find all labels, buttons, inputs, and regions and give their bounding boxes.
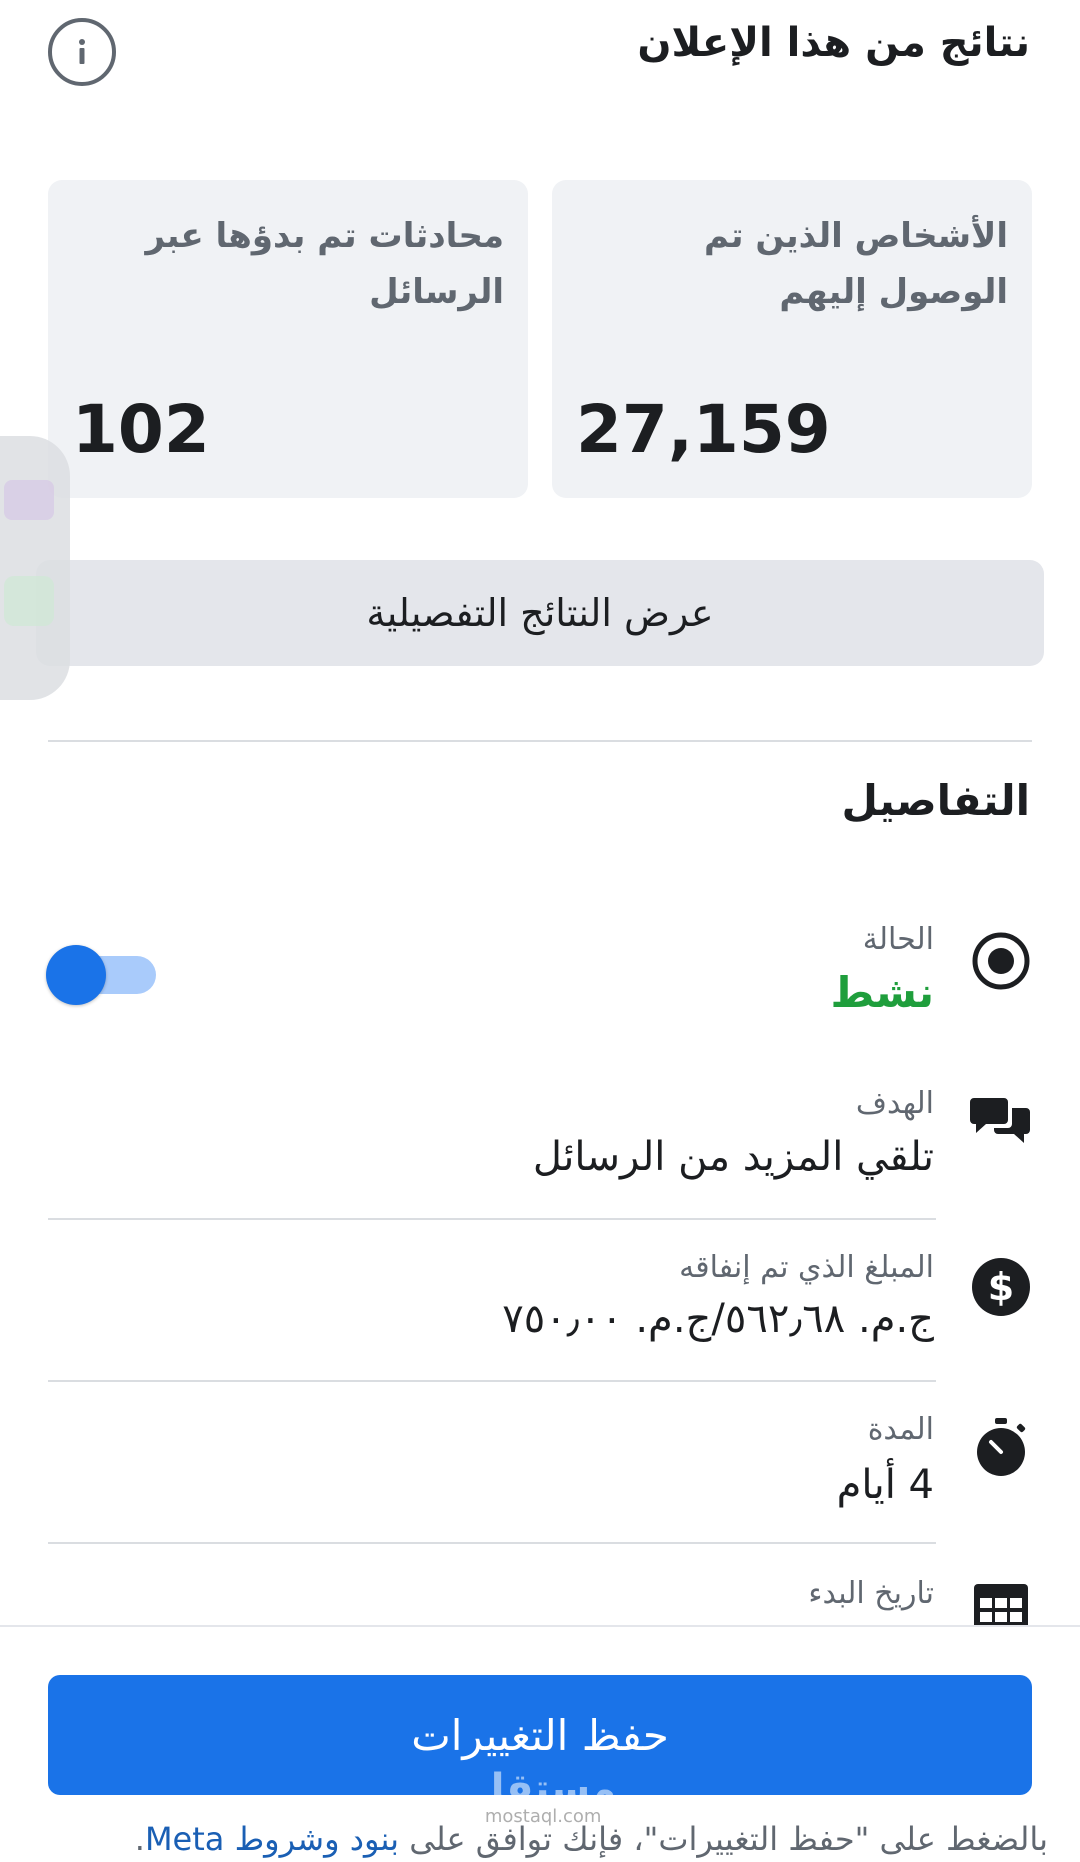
terms-text: بالضغط على "حفظ التغييرات"، فإنك توافق ع… (134, 1820, 1048, 1858)
divider (48, 1380, 936, 1382)
status-value: نشط (830, 968, 934, 1017)
calendar-icon (970, 1580, 1032, 1625)
start-date-label: تاريخ البدء (808, 1576, 934, 1611)
svg-text:$: $ (988, 1265, 1014, 1309)
watermark-logo: مستقل mostaql.com (470, 1766, 617, 1827)
divider (48, 1542, 936, 1544)
stat-label: محادثات تم بدؤها عبر الرسائل (145, 216, 504, 312)
stat-value: 102 (72, 391, 210, 468)
floating-overlay-widget[interactable] (0, 436, 70, 700)
stat-label: الأشخاص الذين تم الوصول إليهم (704, 216, 1008, 312)
divider (48, 740, 1032, 742)
section-title: التفاصيل (841, 776, 1030, 825)
goal-value: تلقي المزيد من الرسائل (532, 1134, 934, 1180)
dollar-icon: $ (970, 1256, 1032, 1318)
stat-value: 27,159 (576, 391, 831, 468)
stopwatch-icon (970, 1416, 1032, 1478)
stat-card-reach: الأشخاص الذين تم الوصول إليهم 27,159 (552, 180, 1032, 498)
stat-card-conversations: محادثات تم بدؤها عبر الرسائل 102 (48, 180, 528, 498)
page-title: نتائج من هذا الإعلان (637, 20, 1030, 66)
duration-label: المدة (867, 1412, 934, 1447)
info-icon (79, 39, 85, 64)
divider (0, 1625, 1080, 1627)
duration-value: 4 أيام (836, 1462, 934, 1508)
divider (48, 1218, 936, 1220)
info-button[interactable] (48, 18, 116, 86)
status-toggle[interactable] (46, 945, 156, 1005)
view-detailed-results-button[interactable]: عرض النتائج التفصيلية (36, 560, 1044, 666)
overlay-app-icon (4, 576, 54, 626)
overlay-app-icon (4, 480, 54, 520)
terms-link[interactable]: بنود وشروط Meta (145, 1820, 399, 1858)
toggle-knob (46, 945, 106, 1005)
status-label: الحالة (862, 922, 934, 957)
radio-target-icon (970, 930, 1032, 992)
goal-label: الهدف (855, 1086, 934, 1121)
messages-icon (970, 1090, 1032, 1152)
spent-value: ج.م. ٥٦٢٫٦٨/ج.م. ٧٥٠٫٠٠ (502, 1296, 934, 1342)
spent-label: المبلغ الذي تم إنفاقه (679, 1250, 934, 1285)
